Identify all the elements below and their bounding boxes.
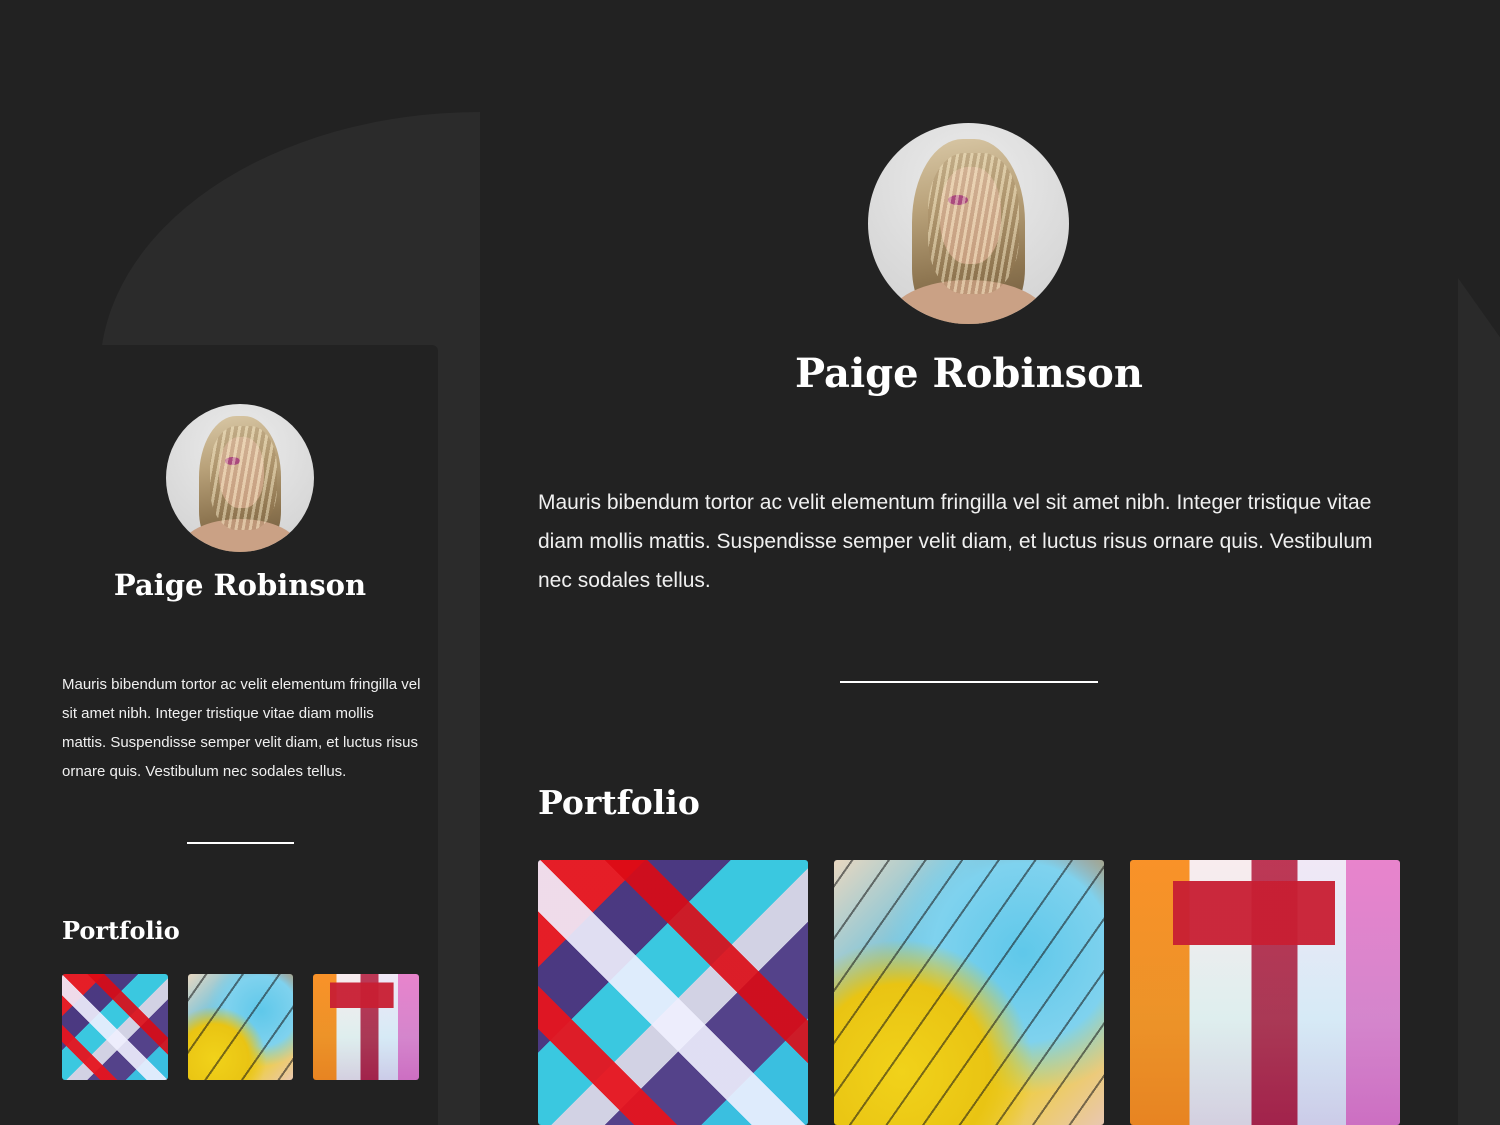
profile-name-large: Paige Robinson bbox=[795, 350, 1143, 397]
profile-bio-large: Mauris bibendum tortor ac velit elementu… bbox=[538, 491, 1373, 592]
portfolio-title-large: Portfolio bbox=[538, 783, 700, 822]
portfolio-thumb-2-small[interactable] bbox=[188, 974, 293, 1080]
portfolio-thumb-1-small[interactable] bbox=[62, 974, 168, 1080]
divider-small bbox=[187, 842, 294, 844]
profile-name-small: Paige Robinson bbox=[113, 568, 367, 602]
avatar-strands bbox=[210, 426, 277, 530]
portfolio-thumb-3-small[interactable] bbox=[313, 974, 419, 1080]
background-panel-right bbox=[1458, 278, 1500, 1125]
avatar-strands bbox=[928, 153, 1019, 294]
portfolio-image-2-large[interactable] bbox=[834, 860, 1104, 1125]
profile-bio-small: Mauris bibendum tortor ac velit elementu… bbox=[62, 676, 421, 780]
avatar-small[interactable] bbox=[166, 404, 314, 552]
portfolio-image-3-large[interactable] bbox=[1130, 860, 1400, 1125]
avatar-large[interactable] bbox=[868, 123, 1069, 324]
portfolio-title-small: Portfolio bbox=[62, 916, 180, 945]
portfolio-image-1-large[interactable] bbox=[538, 860, 808, 1125]
divider-large bbox=[840, 681, 1098, 683]
